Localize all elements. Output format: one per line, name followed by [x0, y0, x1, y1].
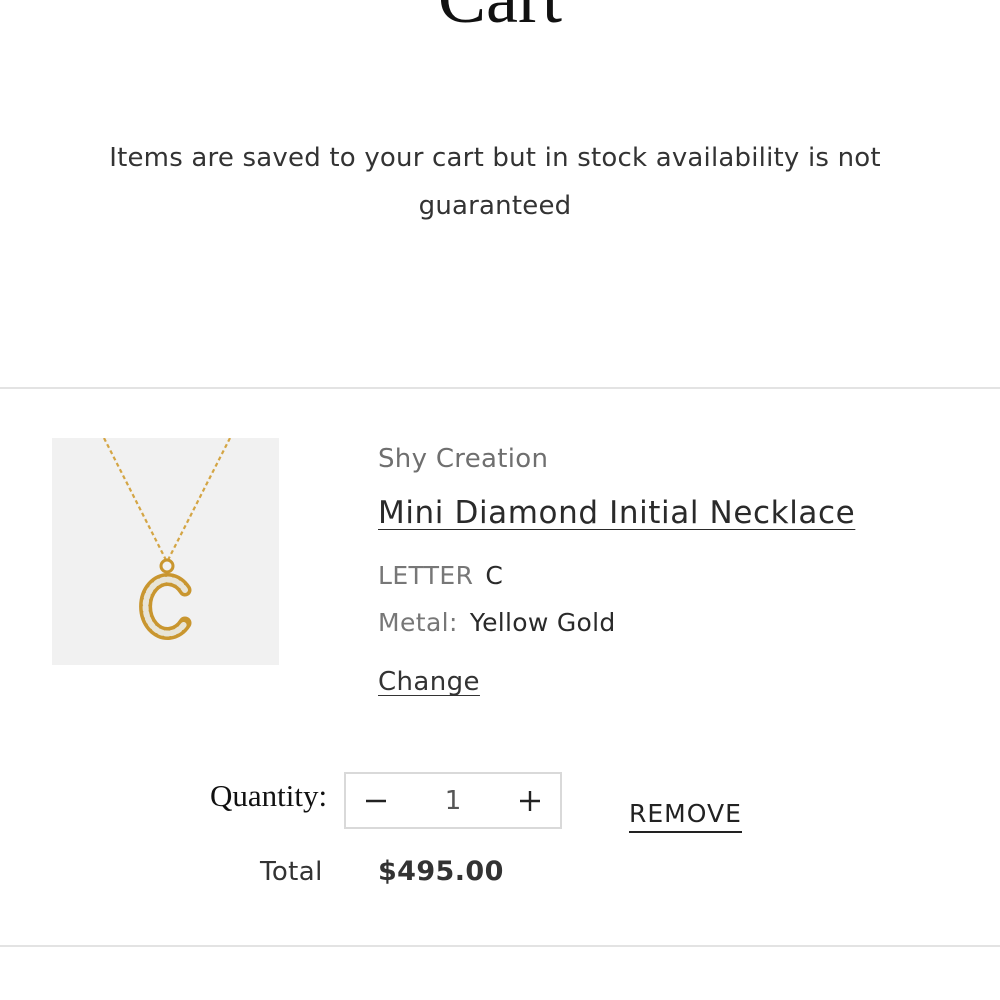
divider-top — [0, 387, 1000, 389]
page-title: Cart — [0, 0, 1000, 34]
decrease-quantity-button[interactable] — [346, 774, 406, 827]
remove-item-button[interactable]: REMOVE — [629, 799, 742, 833]
divider-bottom — [0, 945, 1000, 947]
necklace-letter-c-image — [103, 438, 231, 640]
change-options-link[interactable]: Change — [378, 667, 480, 697]
minus-icon — [366, 799, 386, 802]
option-metal-name: Metal: — [378, 608, 458, 637]
product-vendor: Shy Creation — [378, 444, 549, 474]
increase-quantity-button[interactable] — [500, 774, 560, 827]
plus-icon — [520, 790, 540, 811]
option-metal-value: Yellow Gold — [469, 608, 616, 637]
quantity-input[interactable] — [406, 785, 500, 816]
cart-notice: Items are saved to your cart but in stoc… — [109, 143, 881, 221]
product-image[interactable] — [52, 438, 279, 665]
option-letter-value: C — [485, 561, 504, 590]
quantity-label: Quantity: — [210, 778, 328, 813]
total-label: Total — [260, 857, 323, 887]
option-letter: LETTER C — [378, 561, 503, 590]
quantity-stepper — [344, 772, 562, 829]
product-title-link[interactable]: Mini Diamond Initial Necklace — [378, 495, 855, 531]
option-letter-name: LETTER — [378, 561, 474, 590]
total-value: $495.00 — [378, 856, 504, 887]
option-metal: Metal: Yellow Gold — [378, 608, 616, 637]
